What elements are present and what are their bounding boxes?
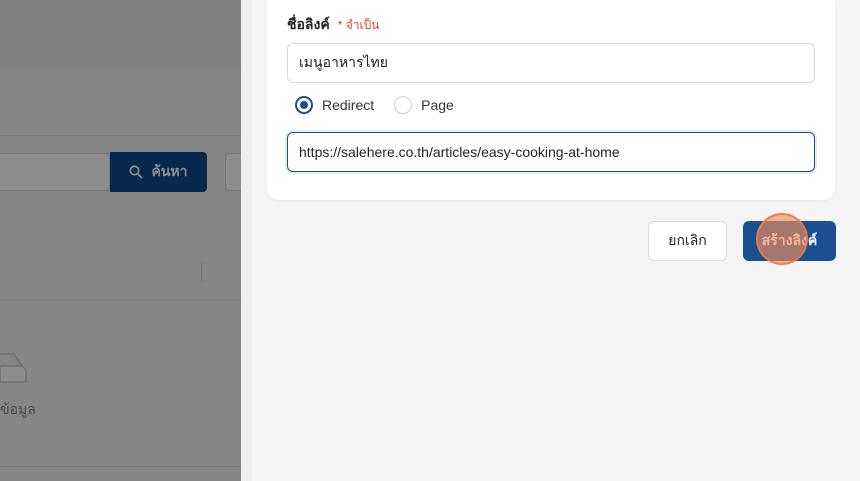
name-label: ชื่อลิงค์ [287, 16, 330, 32]
link-name-value: เมนูอาหารไทย [299, 54, 388, 70]
create-link-button[interactable]: สร้างลิงค์ [743, 221, 836, 261]
drawer-edge [241, 0, 252, 481]
name-label-row: ชื่อลิงค์ * จำเป็น [287, 14, 379, 36]
redirect-url-input[interactable]: https://salehere.co.th/articles/easy-coo… [287, 132, 815, 172]
radio-page[interactable]: Page [394, 96, 454, 114]
redirect-url-value: https://salehere.co.th/articles/easy-coo… [299, 144, 620, 160]
radio-redirect-circle[interactable] [295, 96, 313, 114]
cancel-button[interactable]: ยกเลิก [648, 221, 727, 261]
create-link-drawer: ชื่อลิงค์ * จำเป็น เมนูอาหารไทย Redirect… [241, 0, 860, 481]
link-type-radio-group: Redirect Page [295, 96, 474, 114]
radio-redirect-label: Redirect [322, 97, 375, 113]
link-name-input[interactable]: เมนูอาหารไทย [287, 43, 815, 83]
cancel-button-label: ยกเลิก [668, 232, 707, 248]
radio-page-circle[interactable] [394, 96, 413, 114]
modal-overlay[interactable] [0, 0, 241, 481]
radio-page-label: Page [421, 97, 454, 113]
required-indicator: * จำเป็น [337, 18, 380, 32]
link-form-card: ชื่อลิงค์ * จำเป็น เมนูอาหารไทย Redirect… [267, 0, 835, 200]
radio-redirect[interactable]: Redirect [295, 96, 374, 114]
create-link-button-label: สร้างลิงค์ [761, 232, 818, 248]
